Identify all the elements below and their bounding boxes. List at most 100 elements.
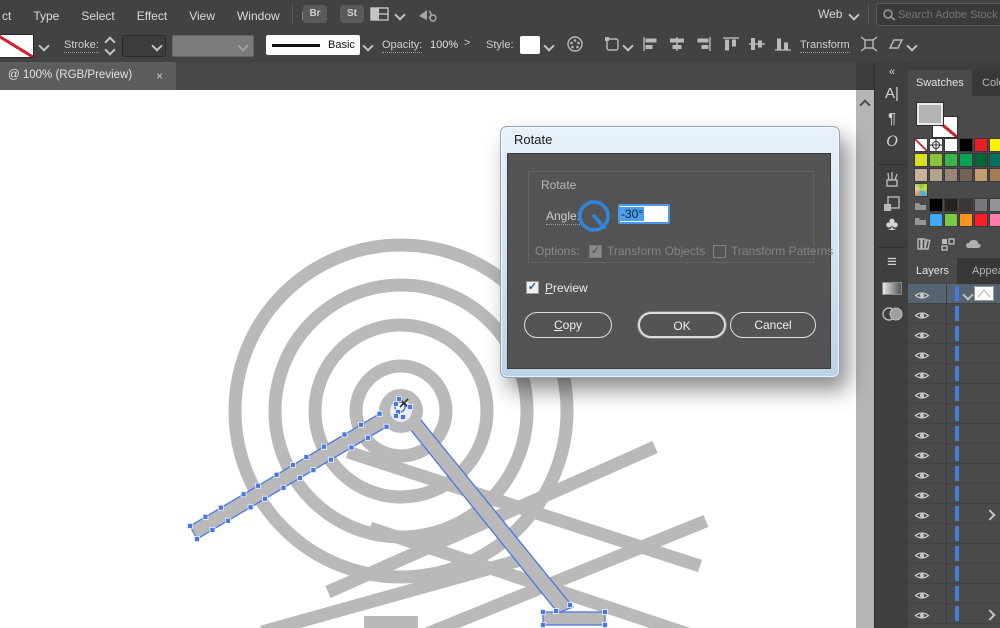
- stroke-weight-dropdown[interactable]: [122, 35, 166, 57]
- layer-row[interactable]: [908, 364, 1000, 384]
- anchor-point[interactable]: [401, 415, 406, 420]
- anchor-point[interactable]: [255, 483, 260, 488]
- stroke-panel-icon[interactable]: ≡: [875, 252, 909, 272]
- style-swatch[interactable]: [520, 36, 540, 54]
- gradient-panel-icon[interactable]: [875, 282, 909, 295]
- close-tab-icon[interactable]: ×: [156, 69, 163, 83]
- anchor-point[interactable]: [541, 610, 546, 615]
- swatch-group-folder[interactable]: [914, 198, 928, 212]
- tab-appearance[interactable]: Appearance: [964, 258, 1000, 284]
- swatch[interactable]: [959, 153, 973, 167]
- layer-row[interactable]: [908, 564, 1000, 584]
- rotate-dialog[interactable]: Rotate Rotate Angle: -30° Options: ✓ Tra…: [500, 126, 840, 378]
- collapse-dock-button[interactable]: «: [875, 66, 909, 78]
- share-icon[interactable]: [416, 5, 438, 23]
- scroll-up-button[interactable]: [861, 96, 869, 114]
- anchor-point[interactable]: [203, 514, 208, 519]
- workspace-switcher[interactable]: Web: [818, 7, 842, 21]
- swatch[interactable]: [944, 198, 958, 212]
- layer-row[interactable]: [908, 544, 1000, 564]
- copy-button[interactable]: Copy: [524, 312, 612, 338]
- angle-label[interactable]: Angle:: [546, 209, 580, 225]
- anchor-point[interactable]: [304, 455, 309, 460]
- anchor-point[interactable]: [188, 524, 193, 529]
- tab-layers[interactable]: Layers: [908, 258, 957, 284]
- swatch-kinds-icon[interactable]: [940, 236, 958, 252]
- document-tab[interactable]: @ 100% (RGB/Preview) ×: [0, 62, 176, 90]
- cancel-button[interactable]: Cancel: [730, 312, 816, 338]
- recolor-artwork-icon[interactable]: [566, 36, 584, 52]
- swatch[interactable]: [959, 168, 973, 182]
- chevron-down-icon[interactable]: [394, 9, 405, 20]
- preview-label[interactable]: Preview: [545, 281, 588, 295]
- anchor-point[interactable]: [358, 422, 363, 427]
- swatch[interactable]: [989, 168, 1000, 182]
- tab-color[interactable]: Color: [974, 70, 1000, 96]
- bridge-button[interactable]: Br: [303, 5, 327, 23]
- swatch-group-folder[interactable]: [914, 213, 928, 227]
- transform-panel-link[interactable]: Transform: [800, 39, 850, 53]
- chevron-down-icon[interactable]: [962, 289, 973, 300]
- chevron-down-icon[interactable]: [906, 40, 917, 51]
- stock-button[interactable]: St: [340, 5, 364, 23]
- anchor-point[interactable]: [225, 518, 230, 523]
- swatch[interactable]: [959, 198, 973, 212]
- anchor-point[interactable]: [321, 444, 326, 449]
- layer-row[interactable]: [908, 344, 1000, 364]
- swatch[interactable]: [929, 168, 943, 182]
- swatch[interactable]: [974, 198, 988, 212]
- width-profile-dropdown[interactable]: [172, 35, 254, 57]
- cloud-libraries-icon[interactable]: [964, 236, 986, 252]
- layer-row[interactable]: [908, 404, 1000, 424]
- swatch[interactable]: [944, 153, 958, 167]
- anchor-point[interactable]: [568, 603, 573, 608]
- opacity-label[interactable]: Opacity:: [382, 39, 422, 53]
- chevron-down-icon[interactable]: [38, 40, 49, 51]
- canvas-vertical-scrollbar[interactable]: [856, 90, 874, 628]
- anchor-point[interactable]: [262, 496, 267, 501]
- anchor-point[interactable]: [397, 397, 402, 402]
- anchor-point[interactable]: [554, 609, 559, 614]
- character-panel-icon[interactable]: A|: [875, 85, 909, 102]
- menu-item-window[interactable]: Window: [237, 9, 280, 23]
- swatch[interactable]: [959, 138, 973, 152]
- transparency-panel-icon[interactable]: [875, 305, 909, 323]
- opacity-more-button[interactable]: >: [464, 37, 470, 49]
- layer-row[interactable]: [908, 604, 1000, 624]
- angle-dial[interactable]: [576, 198, 612, 234]
- anchor-point[interactable]: [377, 411, 382, 416]
- anchor-point[interactable]: [195, 537, 200, 542]
- swatch-none[interactable]: [914, 138, 928, 152]
- layer-row[interactable]: [908, 384, 1000, 404]
- layer-row[interactable]: [908, 444, 1000, 464]
- anchor-point[interactable]: [298, 476, 303, 481]
- align-vertical-center-icon[interactable]: [748, 36, 766, 52]
- anchor-point[interactable]: [210, 527, 215, 532]
- visibility-eye-icon[interactable]: [914, 608, 930, 626]
- layer-row[interactable]: [908, 484, 1000, 504]
- swatch[interactable]: [974, 168, 988, 182]
- layer-thumbnail[interactable]: [974, 286, 994, 301]
- layer-row[interactable]: [908, 284, 1000, 304]
- swatch[interactable]: [959, 213, 973, 227]
- align-right-icon[interactable]: [694, 36, 712, 52]
- layer-row[interactable]: [908, 464, 1000, 484]
- chevron-down-icon[interactable]: [622, 40, 633, 51]
- align-top-icon[interactable]: [722, 36, 740, 52]
- paragraph-panel-icon[interactable]: ¶: [875, 110, 909, 127]
- symbols-panel-icon[interactable]: [875, 195, 909, 213]
- ok-button[interactable]: OK: [638, 312, 726, 338]
- menu-item-view[interactable]: View: [189, 9, 215, 23]
- anchor-point[interactable]: [218, 505, 223, 510]
- swatch[interactable]: [914, 153, 928, 167]
- expand-chevron-icon[interactable]: [984, 609, 995, 620]
- swatch[interactable]: [914, 168, 928, 182]
- preview-checkbox[interactable]: ✓: [526, 281, 539, 294]
- anchor-point[interactable]: [328, 457, 333, 462]
- brushes-panel-icon[interactable]: [875, 170, 909, 188]
- opentype-panel-icon[interactable]: O: [875, 133, 909, 151]
- anchor-point[interactable]: [603, 623, 608, 628]
- expand-chevron-icon[interactable]: [984, 509, 995, 520]
- anchor-point[interactable]: [541, 623, 546, 628]
- anchor-point[interactable]: [248, 505, 253, 510]
